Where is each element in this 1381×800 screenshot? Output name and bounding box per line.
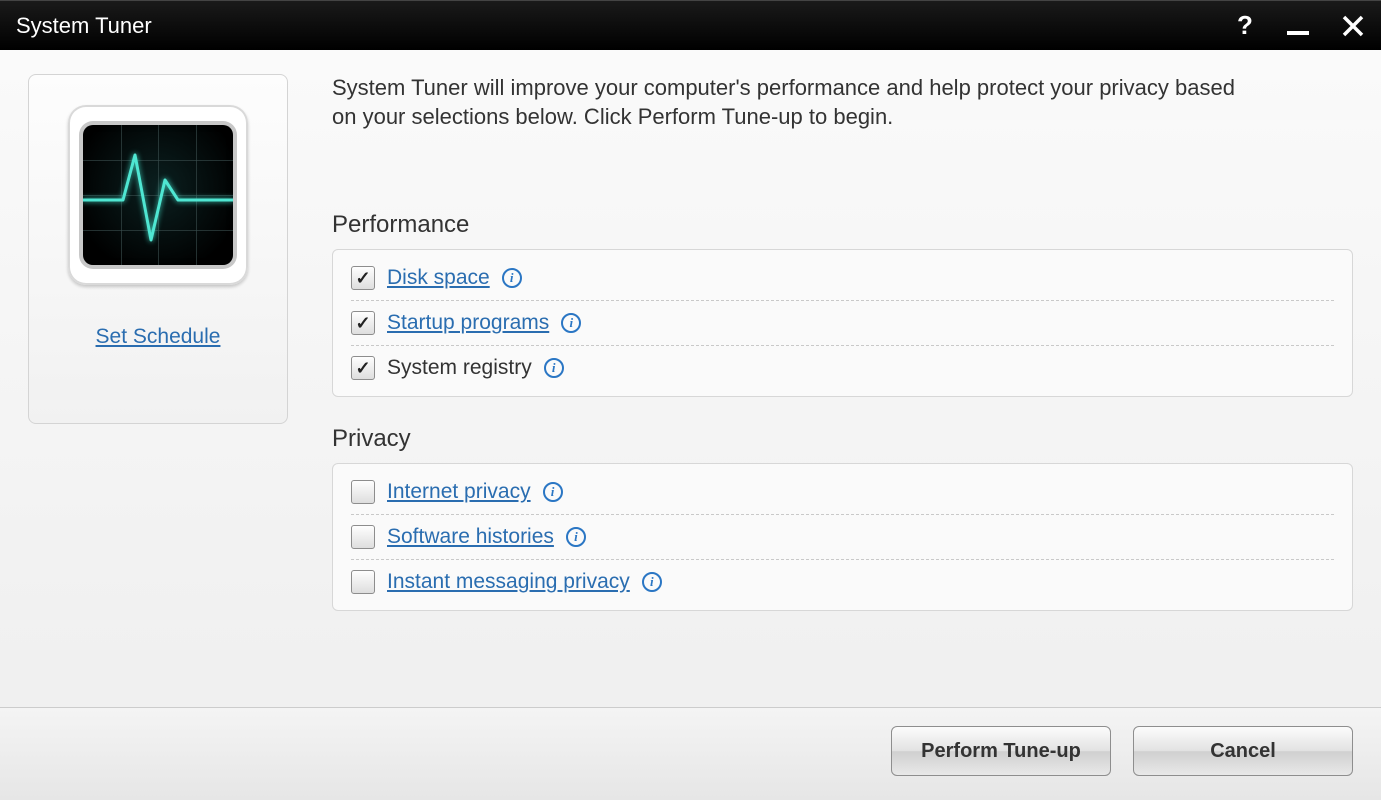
info-icon[interactable]: i [543, 482, 563, 502]
option-instant-messaging-privacy: Instant messaging privacy i [351, 559, 1334, 604]
checkbox-instant-messaging-privacy[interactable] [351, 570, 375, 594]
option-internet-privacy: Internet privacy i [351, 470, 1334, 514]
privacy-group: Internet privacy i Software histories i … [332, 463, 1353, 611]
dialog-body: Set Schedule System Tuner will improve y… [0, 50, 1381, 800]
side-panel: Set Schedule [28, 74, 288, 424]
checkbox-software-histories[interactable] [351, 525, 375, 549]
titlebar-buttons: ? [1233, 12, 1365, 40]
option-system-registry: System registry i [351, 345, 1334, 390]
window-title: System Tuner [16, 13, 1233, 39]
perform-tune-up-button[interactable]: Perform Tune-up [891, 726, 1111, 776]
content-column: System Tuner will improve your computer'… [288, 74, 1353, 707]
intro-text: System Tuner will improve your computer'… [332, 74, 1252, 131]
disk-space-link[interactable]: Disk space [387, 266, 490, 290]
info-icon[interactable]: i [544, 358, 564, 378]
help-icon[interactable]: ? [1233, 12, 1255, 40]
checkbox-internet-privacy[interactable] [351, 480, 375, 504]
main-row: Set Schedule System Tuner will improve y… [0, 50, 1381, 707]
checkbox-system-registry[interactable] [351, 356, 375, 380]
titlebar: System Tuner ? [0, 0, 1381, 50]
checkbox-startup-programs[interactable] [351, 311, 375, 335]
info-icon[interactable]: i [642, 572, 662, 592]
software-histories-link[interactable]: Software histories [387, 525, 554, 549]
system-tuner-icon [68, 105, 248, 285]
system-registry-label: System registry [387, 356, 532, 380]
option-disk-space: Disk space i [351, 256, 1334, 300]
checkbox-disk-space[interactable] [351, 266, 375, 290]
info-icon[interactable]: i [561, 313, 581, 333]
internet-privacy-link[interactable]: Internet privacy [387, 480, 531, 504]
option-software-histories: Software histories i [351, 514, 1334, 559]
svg-text:?: ? [1237, 12, 1253, 40]
option-startup-programs: Startup programs i [351, 300, 1334, 345]
info-icon[interactable]: i [566, 527, 586, 547]
startup-programs-link[interactable]: Startup programs [387, 311, 549, 335]
minimize-icon[interactable] [1285, 13, 1311, 39]
privacy-heading: Privacy [332, 425, 1353, 453]
performance-group: Disk space i Startup programs i System r… [332, 249, 1353, 397]
info-icon[interactable]: i [502, 268, 522, 288]
instant-messaging-privacy-link[interactable]: Instant messaging privacy [387, 570, 630, 594]
cancel-button[interactable]: Cancel [1133, 726, 1353, 776]
performance-heading: Performance [332, 211, 1353, 239]
set-schedule-link[interactable]: Set Schedule [96, 325, 221, 349]
footer-bar: Perform Tune-up Cancel [0, 707, 1381, 800]
close-icon[interactable] [1341, 14, 1365, 38]
